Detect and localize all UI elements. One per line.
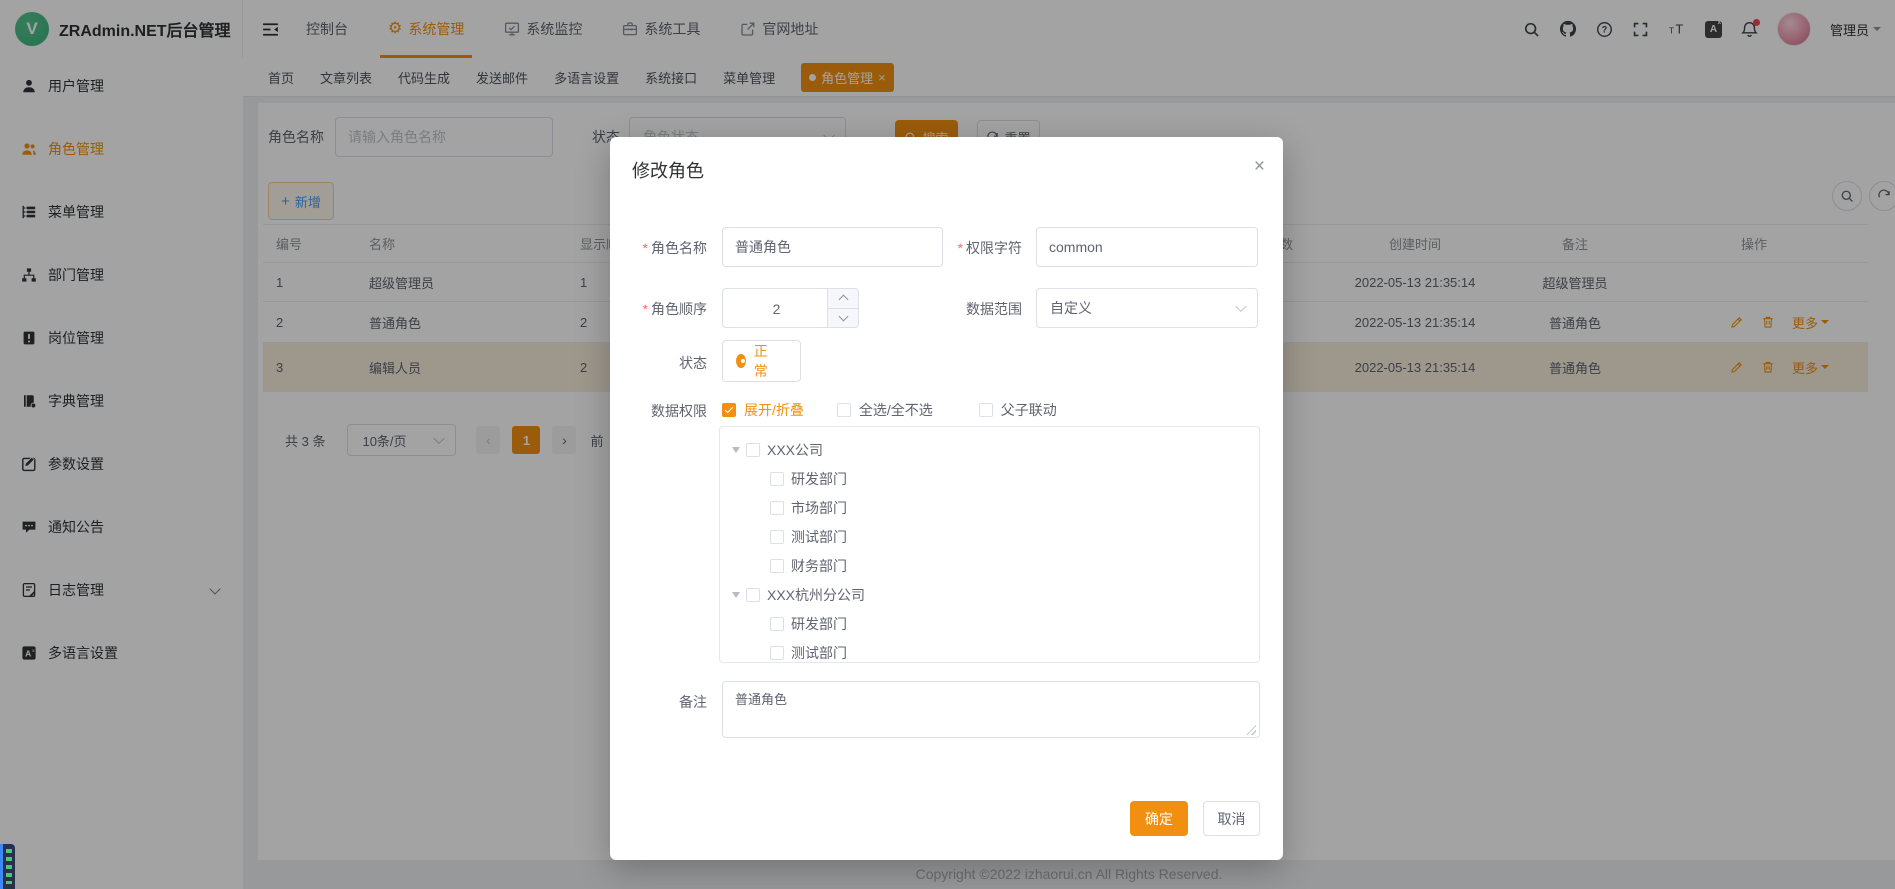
data-perm-field-label: 数据权限 bbox=[630, 401, 707, 421]
dialog-title: 修改角色 bbox=[632, 157, 704, 183]
app-screen: V ZRAdmin.NET后台管理 控制台 ⚙ 系统管理 系统监控 bbox=[0, 0, 1895, 889]
status-radio-group: 正常 停用 bbox=[722, 351, 772, 371]
checkbox-icon[interactable] bbox=[770, 646, 784, 660]
increase-button[interactable] bbox=[828, 289, 858, 309]
perm-char-input[interactable] bbox=[1036, 227, 1258, 267]
checkbox-expand-collapse[interactable]: 展开/折叠 bbox=[722, 400, 804, 420]
corner-badge bbox=[0, 844, 15, 889]
radio-icon bbox=[736, 354, 746, 368]
tree-node-label: 研发部门 bbox=[791, 469, 847, 489]
role-order-stepper bbox=[722, 288, 859, 328]
checkbox-icon[interactable] bbox=[746, 588, 760, 602]
radio-normal[interactable]: 正常 bbox=[722, 340, 801, 382]
label-text: 数据权限 bbox=[651, 403, 707, 419]
label-text: 状态 bbox=[679, 355, 707, 371]
department-tree: XXX公司 研发部门 市场部门 测试部门 财务部门 XXX杭州分公司 bbox=[719, 426, 1260, 663]
tree-node-dept[interactable]: 财务部门 bbox=[720, 551, 1259, 580]
checkbox-icon bbox=[979, 403, 993, 417]
label-text: 备注 bbox=[679, 694, 707, 710]
radio-label: 正常 bbox=[754, 341, 772, 381]
confirm-button[interactable]: 确定 bbox=[1130, 801, 1188, 836]
checkbox-icon[interactable] bbox=[746, 443, 760, 457]
perm-checkbox-group: 展开/折叠 全选/全不选 父子联动 bbox=[722, 400, 1057, 420]
remark-textarea[interactable]: 普通角色 bbox=[722, 681, 1260, 738]
tree-node-dept[interactable]: 研发部门 bbox=[720, 609, 1259, 638]
checkbox-select-all[interactable]: 全选/全不选 bbox=[837, 400, 933, 420]
expand-caret-icon[interactable] bbox=[732, 447, 740, 457]
checkbox-parent-child-link[interactable]: 父子联动 bbox=[979, 400, 1057, 420]
tree-node-dept[interactable]: 市场部门 bbox=[720, 493, 1259, 522]
tree-node-dept[interactable]: 测试部门 bbox=[720, 522, 1259, 551]
role-order-field-label: *角色顺序 bbox=[630, 299, 707, 319]
role-name-field-label: *角色名称 bbox=[630, 238, 707, 258]
label-text: 权限字符 bbox=[966, 240, 1022, 256]
status-field-label: 状态 bbox=[630, 353, 707, 373]
tree-node-label: 市场部门 bbox=[791, 498, 847, 518]
cancel-button[interactable]: 取消 bbox=[1203, 801, 1260, 836]
tree-node-branch-company[interactable]: XXX杭州分公司 bbox=[720, 580, 1259, 609]
checkbox-icon[interactable] bbox=[770, 501, 784, 515]
checkbox-icon bbox=[837, 403, 851, 417]
decrease-button[interactable] bbox=[828, 309, 858, 328]
tree-node-label: XXX公司 bbox=[767, 440, 823, 460]
required-asterisk: * bbox=[643, 240, 648, 256]
label-text: 角色顺序 bbox=[651, 301, 707, 317]
tree-node-label: XXX杭州分公司 bbox=[767, 585, 865, 605]
close-icon[interactable]: × bbox=[1254, 157, 1265, 176]
checkbox-icon[interactable] bbox=[770, 530, 784, 544]
edit-role-dialog: 修改角色 × *角色名称 *权限字符 *角色顺序 数据范围 自定义 状态 正常 … bbox=[610, 137, 1283, 860]
role-name-input[interactable] bbox=[722, 227, 943, 267]
role-order-input[interactable] bbox=[723, 289, 830, 329]
tree-node-label: 测试部门 bbox=[791, 643, 847, 663]
checkbox-label: 展开/折叠 bbox=[744, 400, 804, 420]
checkbox-icon[interactable] bbox=[770, 472, 784, 486]
tree-node-label: 测试部门 bbox=[791, 527, 847, 547]
data-scope-field-label: 数据范围 bbox=[952, 299, 1022, 319]
tree-node-label: 研发部门 bbox=[791, 614, 847, 634]
expand-caret-icon[interactable] bbox=[732, 592, 740, 602]
checkbox-icon bbox=[722, 403, 736, 417]
tree-node-dept[interactable]: 测试部门 bbox=[720, 638, 1259, 663]
data-scope-select[interactable]: 自定义 bbox=[1036, 288, 1258, 328]
label-text: 角色名称 bbox=[651, 240, 707, 256]
chevron-down-icon bbox=[1235, 301, 1246, 312]
required-asterisk: * bbox=[958, 240, 963, 256]
checkbox-icon[interactable] bbox=[770, 559, 784, 573]
label-text: 数据范围 bbox=[966, 301, 1022, 317]
tree-node-label: 财务部门 bbox=[791, 556, 847, 576]
checkbox-label: 全选/全不选 bbox=[859, 400, 933, 420]
checkbox-label: 父子联动 bbox=[1001, 400, 1057, 420]
required-asterisk: * bbox=[643, 301, 648, 317]
tree-node-dept[interactable]: 研发部门 bbox=[720, 464, 1259, 493]
tree-node-company[interactable]: XXX公司 bbox=[720, 435, 1259, 464]
remark-field-label: 备注 bbox=[630, 692, 707, 712]
perm-char-field-label: *权限字符 bbox=[952, 238, 1022, 258]
checkbox-icon[interactable] bbox=[770, 617, 784, 631]
data-scope-value: 自定义 bbox=[1050, 298, 1092, 318]
